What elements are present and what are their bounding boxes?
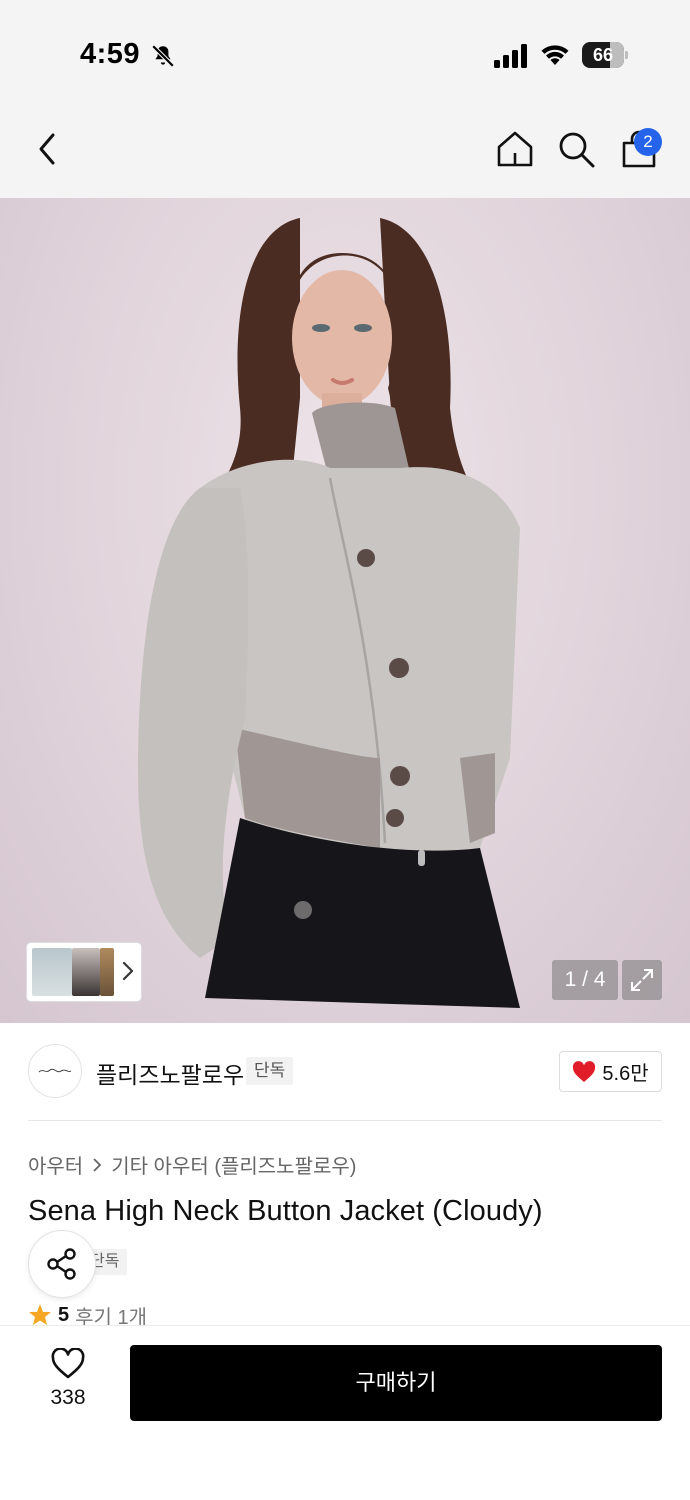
divider (28, 1120, 662, 1121)
breadcrumb-category[interactable]: 아우터 (28, 1150, 83, 1179)
brand-logo-mark (38, 1068, 72, 1073)
brand-like-button[interactable]: 5.6만 (559, 1051, 662, 1092)
heart-filled-icon (573, 1060, 596, 1082)
wifi-icon (541, 45, 569, 65)
expand-icon (631, 969, 653, 991)
signal-icon (494, 44, 527, 68)
breadcrumb-subcategory[interactable]: 기타 아우터 (플리즈노팔로우) (111, 1150, 356, 1179)
wishlist-button[interactable]: 338 (28, 1348, 108, 1418)
thumbnail-3[interactable] (100, 948, 114, 996)
nav-bar (0, 100, 690, 198)
product-title: Sena High Neck Button Jacket (Cloudy) (28, 1195, 543, 1227)
cart-count-badge: 2 (634, 128, 662, 156)
product-image[interactable] (0, 198, 690, 1023)
image-counter: 1 / 4 (552, 960, 618, 1000)
review-count[interactable]: 후기 1개 (75, 1303, 147, 1328)
home-icon (497, 131, 533, 167)
expand-button[interactable] (622, 960, 662, 1000)
rating-row[interactable]: 5 후기 1개 (28, 1303, 147, 1327)
thumbnail-strip[interactable] (27, 943, 141, 1001)
exclusive-badge: 단독 (246, 1057, 294, 1085)
heart-outline-icon (51, 1348, 85, 1379)
search-button[interactable] (554, 127, 598, 171)
brand-like-count: 5.6만 (602, 1063, 649, 1085)
back-button[interactable] (26, 127, 70, 171)
battery-level: 66 (592, 45, 614, 65)
brand-name[interactable]: 플리즈노팔로우 (96, 1056, 244, 1090)
status-time: 4:59 (80, 38, 141, 70)
bell-off-icon (151, 44, 175, 68)
product-photo (137, 218, 520, 1008)
brand-logo[interactable] (28, 1044, 82, 1098)
breadcrumb: 아우터 기타 아우터 (플리즈노팔로우) (28, 1150, 356, 1179)
battery-indicator: 66 (582, 42, 628, 68)
thumbnail-1[interactable] (32, 948, 72, 996)
home-button[interactable] (493, 127, 537, 171)
thumbnail-2[interactable] (72, 948, 100, 996)
share-icon (47, 1248, 76, 1280)
rating-score: 5 (58, 1303, 70, 1326)
chevron-right-icon (93, 1157, 102, 1172)
search-icon (559, 132, 595, 168)
buy-button[interactable]: 구매하기 (130, 1345, 662, 1421)
share-button[interactable] (28, 1230, 96, 1298)
back-chevron-icon (39, 133, 55, 165)
wishlist-count: 338 (50, 1386, 86, 1409)
chevron-right-icon (122, 961, 134, 981)
star-icon (29, 1304, 51, 1325)
status-bar: 4:59 66 (0, 0, 690, 100)
